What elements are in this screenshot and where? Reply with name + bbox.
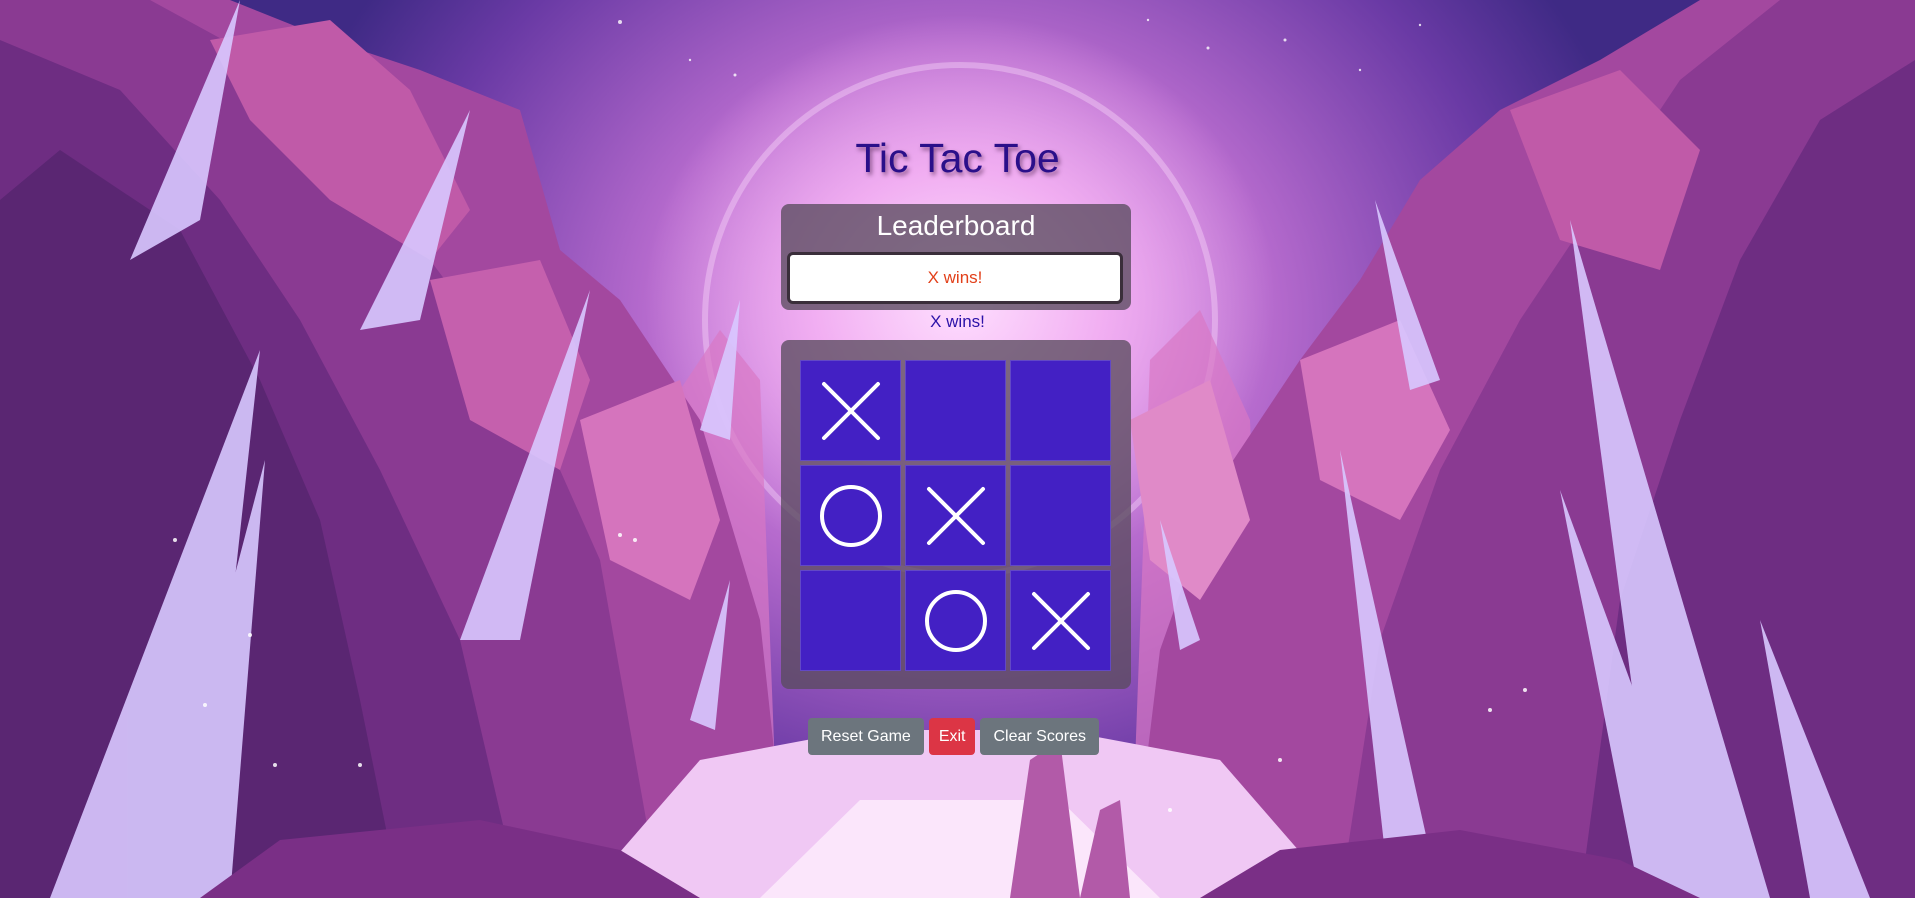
x-mark-icon	[926, 486, 985, 545]
reset-game-button[interactable]: Reset Game	[808, 718, 924, 755]
game-board	[800, 360, 1111, 671]
leaderboard-panel: Leaderboard X wins!	[781, 204, 1131, 310]
board-cell-7[interactable]	[800, 570, 901, 671]
o-mark-icon	[924, 589, 987, 652]
game-screen: Tic Tac Toe Leaderboard X wins! X wins! …	[0, 0, 1915, 898]
board-panel	[781, 340, 1131, 689]
exit-button[interactable]: Exit	[928, 718, 976, 755]
board-cell-6[interactable]	[1010, 465, 1111, 566]
o-mark-icon	[819, 484, 882, 547]
board-cell-1[interactable]	[800, 360, 901, 461]
clear-scores-button[interactable]: Clear Scores	[980, 718, 1099, 755]
game-status: X wins!	[930, 312, 985, 331]
board-cell-9[interactable]	[1010, 570, 1111, 671]
leaderboard-result: X wins!	[787, 252, 1123, 304]
board-cell-4[interactable]	[800, 465, 901, 566]
board-cell-5[interactable]	[905, 465, 1006, 566]
leaderboard-title: Leaderboard	[876, 210, 1036, 241]
x-mark-icon	[821, 381, 880, 440]
board-cell-8[interactable]	[905, 570, 1006, 671]
board-cell-3[interactable]	[1010, 360, 1111, 461]
button-bar: Reset Game Exit Clear Scores	[808, 718, 1099, 755]
x-mark-icon	[1031, 591, 1090, 650]
board-cell-2[interactable]	[905, 360, 1006, 461]
game-title: Tic Tac Toe	[855, 135, 1060, 181]
